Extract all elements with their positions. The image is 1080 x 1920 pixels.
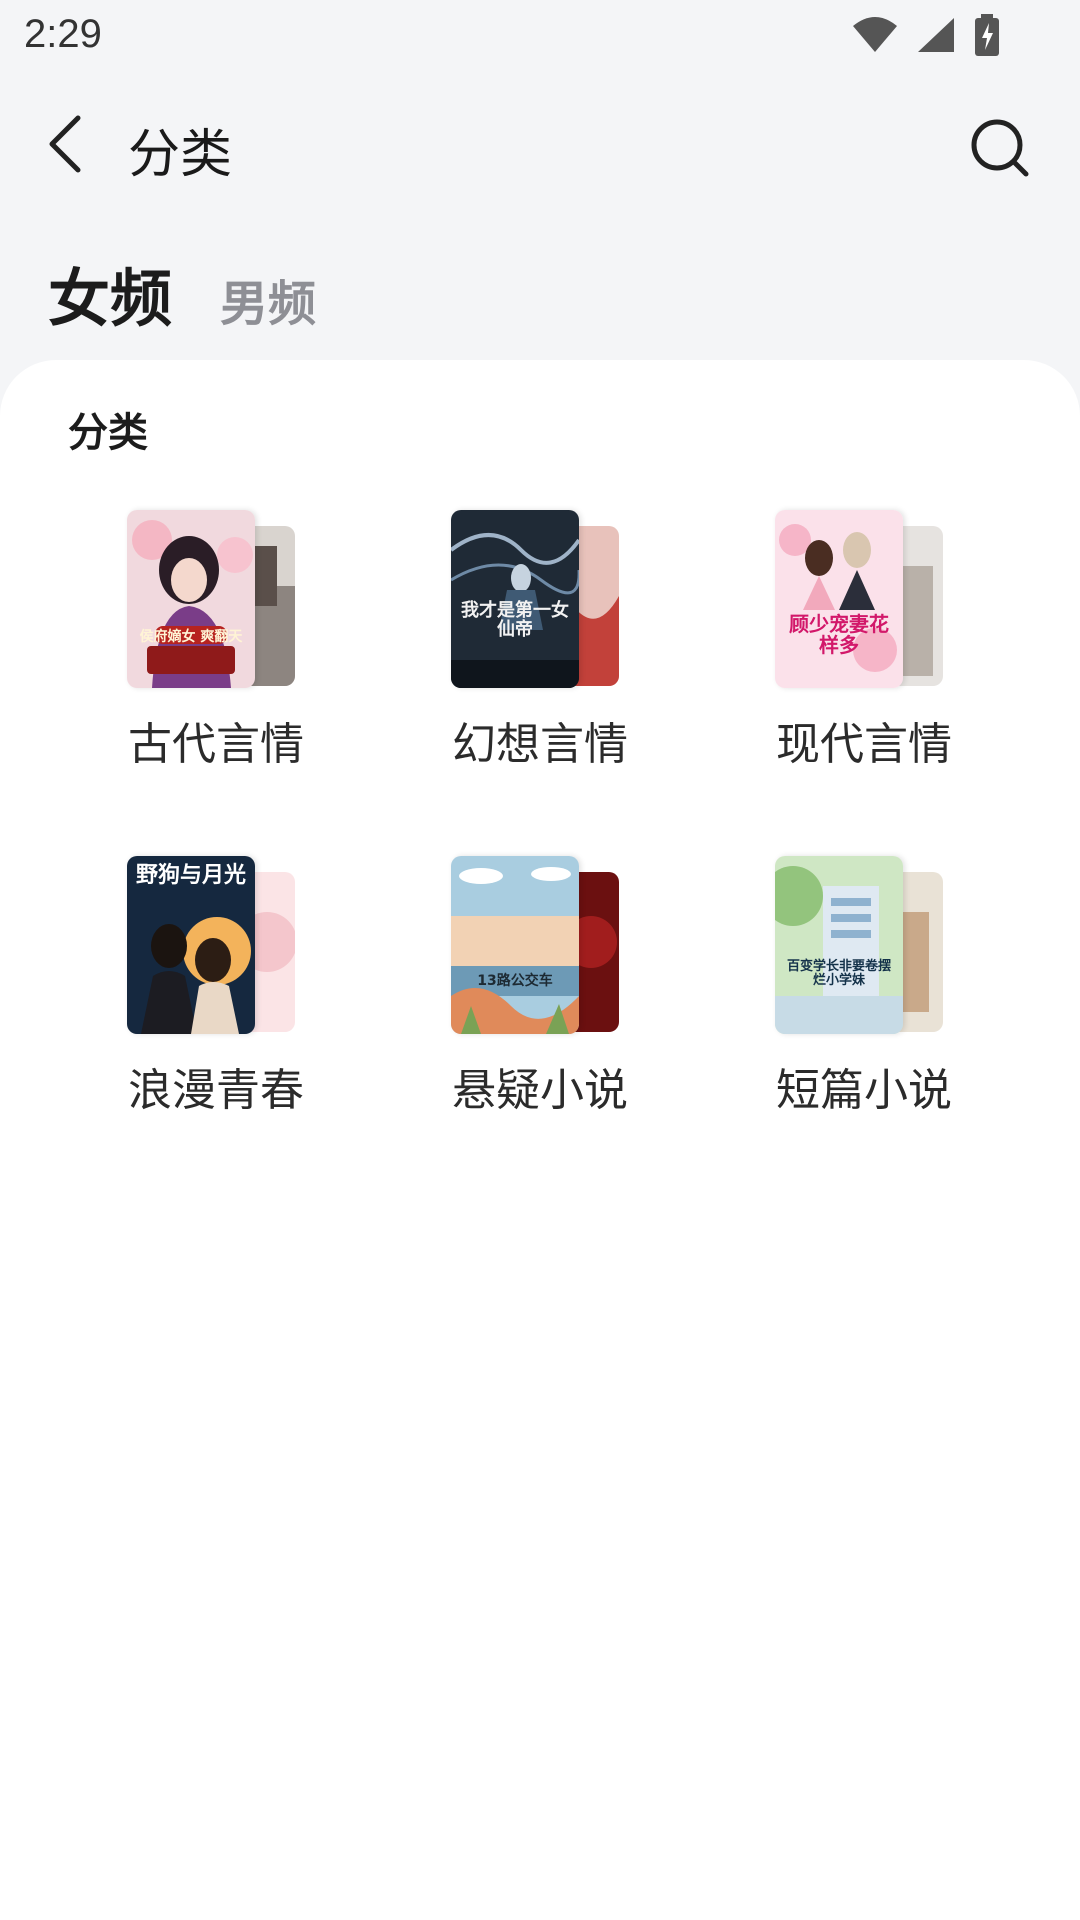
tab-male[interactable]: 男频 — [220, 264, 316, 338]
cover-stack: 野狗与月光 — [127, 856, 297, 1034]
wifi-icon — [853, 17, 897, 52]
battery-icon — [975, 14, 999, 56]
front-cover: 百变学长非要卷摆烂小学妹 — [775, 856, 903, 1034]
cover-title: 顾少宠妻花样多 — [789, 612, 889, 657]
category-fantasy-romance[interactable]: 我才是第一女仙帝 幻想言情 — [378, 510, 702, 780]
category-label: 浪漫青春 — [128, 1065, 304, 1116]
category-label: 古代言情 — [128, 719, 304, 770]
front-cover: 我才是第一女仙帝 — [451, 510, 579, 688]
cover-stack: 侯府嫡女 爽翻天 — [127, 510, 297, 688]
cover-stack: 顾少宠妻花样多 — [775, 510, 945, 688]
front-cover: 野狗与月光 — [127, 856, 255, 1034]
category-label: 现代言情 — [776, 719, 952, 770]
cover-title: 百变学长非要卷摆烂小学妹 — [786, 959, 891, 988]
back-button[interactable] — [36, 108, 108, 180]
category-ancient-romance[interactable]: 侯府嫡女 爽翻天 古代言情 — [54, 510, 378, 780]
app-bar: 分类 — [0, 90, 1080, 200]
search-icon — [971, 119, 1029, 177]
front-cover: 侯府嫡女 爽翻天 — [127, 510, 255, 688]
cover-stack: 我才是第一女仙帝 — [451, 510, 621, 688]
category-suspense[interactable]: 13路公交车 悬疑小说 — [378, 856, 702, 1126]
category-short-story[interactable]: 百变学长非要卷摆烂小学妹 短篇小说 — [702, 856, 1026, 1126]
cover-stack: 百变学长非要卷摆烂小学妹 — [775, 856, 945, 1034]
cover-stack: 13路公交车 — [451, 856, 621, 1034]
cover-title: 侯府嫡女 爽翻天 — [139, 629, 243, 645]
cover-title: 13路公交车 — [477, 973, 553, 989]
page-title: 分类 — [128, 125, 233, 185]
status-bar: 2:29 — [0, 0, 1080, 72]
category-label: 短篇小说 — [776, 1065, 952, 1116]
cover-title: 野狗与月光 — [135, 863, 246, 888]
cover-title: 我才是第一女仙帝 — [461, 600, 569, 640]
status-icons — [852, 14, 1000, 56]
content-card: 分类 侯府嫡女 爽翻天 古代言情 我才是第一女仙帝 幻想言情 顾少宠妻花样多 现… — [0, 360, 1080, 1920]
status-time: 2:29 — [24, 12, 102, 56]
back-arrow-icon — [49, 115, 81, 173]
tab-female[interactable]: 女频 — [48, 248, 172, 338]
gender-tabs: 女频 男频 — [48, 248, 316, 338]
section-title: 分类 — [68, 410, 148, 456]
category-modern-romance[interactable]: 顾少宠妻花样多 现代言情 — [702, 510, 1026, 780]
category-grid: 侯府嫡女 爽翻天 古代言情 我才是第一女仙帝 幻想言情 顾少宠妻花样多 现代言情… — [0, 510, 1080, 1126]
category-label: 幻想言情 — [452, 719, 628, 770]
front-cover: 13路公交车 — [451, 856, 579, 1034]
category-youth-romance[interactable]: 野狗与月光 浪漫青春 — [54, 856, 378, 1126]
category-label: 悬疑小说 — [452, 1065, 628, 1116]
signal-icon — [918, 18, 954, 52]
front-cover: 顾少宠妻花样多 — [775, 510, 903, 688]
search-button[interactable] — [964, 112, 1036, 184]
